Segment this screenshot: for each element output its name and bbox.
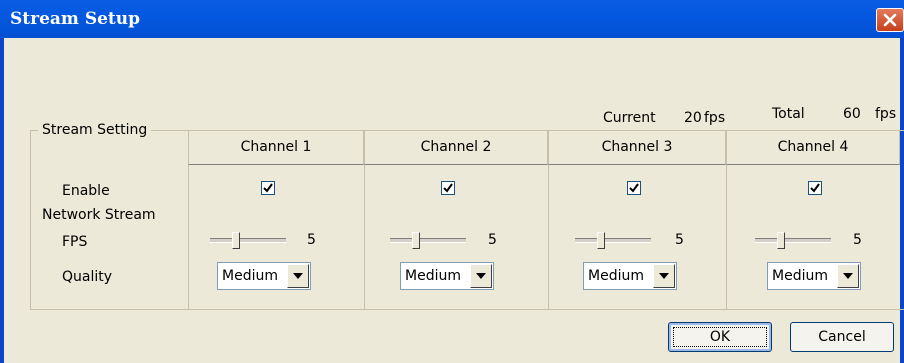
current-fps-label: Current (603, 110, 656, 126)
cancel-button[interactable]: Cancel (790, 322, 894, 352)
slider-track (210, 238, 286, 243)
channel-2-fps-value: 5 (488, 232, 497, 248)
focus-rectangle (673, 327, 767, 347)
channel-1-quality-value: Medium (222, 268, 278, 284)
channel-4-enable-checkbox[interactable] (808, 181, 822, 195)
channel-1-fps-value: 5 (307, 232, 316, 248)
channel-3-enable-checkbox[interactable] (627, 181, 641, 195)
slider-track (755, 238, 831, 243)
channel-4-fps-slider[interactable] (755, 232, 831, 249)
window-left-border (0, 38, 4, 363)
channel-4-quality-select[interactable]: Medium (767, 262, 861, 290)
channel-2-quality-select[interactable]: Medium (400, 262, 494, 290)
channel-3-quality-select[interactable]: Medium (583, 262, 677, 290)
current-fps-value: 20 (684, 110, 702, 126)
fps-row-label: FPS (62, 234, 88, 250)
channel-2-enable-checkbox[interactable] (441, 181, 455, 195)
window-title: Stream Setup (10, 9, 141, 29)
channel-3-header[interactable]: Channel 3 (548, 130, 726, 165)
channel-1-enable-checkbox[interactable] (261, 181, 275, 195)
channel-4-quality-value: Medium (772, 268, 828, 284)
checkmark-icon (810, 183, 820, 193)
channel-2-quality-value: Medium (405, 268, 461, 284)
channel-2-fps-slider[interactable] (390, 232, 466, 249)
chevron-down-icon (476, 273, 486, 279)
network-stream-row-label: Network Stream (42, 207, 156, 223)
total-fps-value: 60 (843, 106, 861, 122)
quality-row-label: Quality (62, 269, 113, 285)
total-fps-label: Total (772, 106, 805, 122)
current-fps-unit: fps (704, 110, 726, 126)
slider-track (575, 238, 651, 243)
slider-thumb[interactable] (232, 232, 240, 249)
checkmark-icon (443, 183, 453, 193)
channel-2-quality-dropdown-button[interactable] (470, 264, 492, 288)
channel-3-fps-value: 5 (675, 232, 684, 248)
channel-3-quality-value: Medium (588, 268, 644, 284)
close-icon (883, 13, 897, 27)
slider-thumb[interactable] (777, 232, 785, 249)
close-button[interactable] (876, 8, 904, 32)
title-bar: Stream Setup (0, 0, 904, 38)
ok-button[interactable]: OK (668, 322, 772, 352)
stream-setting-group-title: Stream Setting (38, 122, 152, 138)
channel-2-header[interactable]: Channel 2 (364, 130, 548, 165)
channel-1-quality-dropdown-button[interactable] (287, 264, 309, 288)
channel-1-quality-select[interactable]: Medium (217, 262, 311, 290)
slider-thumb[interactable] (412, 232, 420, 249)
chevron-down-icon (843, 273, 853, 279)
channel-1-fps-slider[interactable] (210, 232, 286, 249)
slider-track (390, 238, 466, 243)
checkmark-icon (263, 183, 273, 193)
enable-row-label: Enable (62, 183, 110, 199)
channel-4-fps-value: 5 (853, 232, 862, 248)
chevron-down-icon (659, 273, 669, 279)
channel-3-fps-slider[interactable] (575, 232, 651, 249)
cancel-button-label: Cancel (818, 329, 866, 345)
channel-4-quality-dropdown-button[interactable] (837, 264, 859, 288)
channel-3-quality-dropdown-button[interactable] (653, 264, 675, 288)
channel-1-header[interactable]: Channel 1 (188, 130, 364, 165)
checkmark-icon (629, 183, 639, 193)
slider-thumb[interactable] (597, 232, 605, 249)
channel-4-header[interactable]: Channel 4 (726, 130, 900, 165)
total-fps-unit: fps (875, 106, 897, 122)
chevron-down-icon (293, 273, 303, 279)
stream-setup-dialog: Stream Setup Current 20 fps Total 60 fps… (0, 0, 904, 363)
